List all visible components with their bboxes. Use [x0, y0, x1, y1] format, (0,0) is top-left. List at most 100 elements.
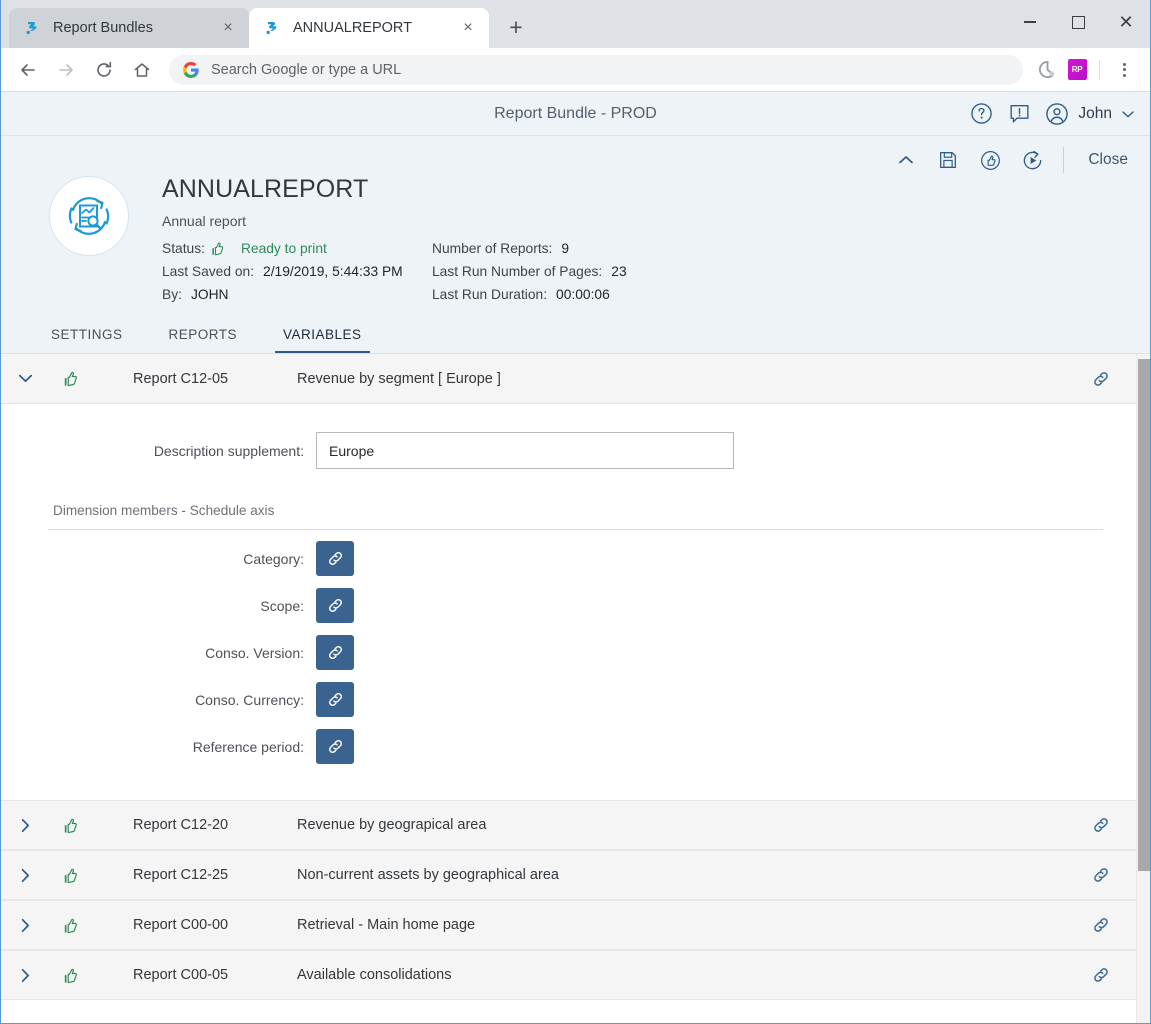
extension-icons: RP	[1031, 56, 1138, 84]
meta-last-saved: Last Saved on: 2/19/2019, 5:44:33 PM	[162, 260, 432, 283]
link-chain-icon[interactable]	[316, 541, 354, 576]
report-code: Report C12-25	[133, 867, 229, 883]
browser-tab-report-bundles[interactable]: Report Bundles ×	[9, 8, 249, 48]
home-icon[interactable]	[125, 53, 159, 87]
dimension-label: Conso. Currency:	[195, 691, 304, 708]
dimension-row-category: Category:	[1, 535, 1136, 582]
dimension-rows-spacer	[1, 770, 1136, 782]
report-row-c00-00[interactable]: Report C00-00 Retrieval - Main home page	[1, 900, 1136, 950]
chevron-right-icon[interactable]	[1, 816, 49, 835]
rp-extension-icon[interactable]: RP	[1063, 56, 1091, 84]
report-bundle-favicon	[263, 19, 281, 37]
tab-close-icon[interactable]: ×	[217, 17, 239, 39]
thumbs-up-icon	[49, 866, 91, 885]
description-supplement-label: Description supplement:	[153, 442, 304, 459]
thumbs-up-icon	[49, 916, 91, 935]
chrome-menu-icon[interactable]	[1110, 56, 1138, 84]
alert-message-icon[interactable]	[1000, 95, 1038, 133]
chevron-right-icon[interactable]	[1, 866, 49, 885]
app-top-bar-actions: John	[962, 95, 1150, 133]
meta-label: Number of Reports:	[432, 241, 553, 256]
thumbs-up-icon	[209, 240, 226, 257]
link-chain-icon[interactable]	[316, 682, 354, 717]
close-button[interactable]: Close	[1080, 151, 1136, 169]
meta-last-run-pages: Last Run Number of Pages: 23	[432, 260, 627, 283]
user-avatar-icon	[1044, 101, 1070, 127]
chevron-up-icon[interactable]	[887, 143, 925, 177]
google-g-icon	[183, 61, 199, 78]
report-code: Report C00-05	[133, 967, 229, 983]
meta-status: Status: Ready to print	[162, 237, 432, 260]
browser-tab-title: ANNUALREPORT	[293, 20, 412, 36]
maximize-icon[interactable]	[1054, 0, 1102, 44]
report-header-actions: Close	[1, 136, 1150, 176]
meta-value: 2/19/2019, 5:44:33 PM	[263, 264, 403, 279]
report-header-panel: Close ANNUALREPORT Annual report Status:…	[1, 136, 1150, 312]
report-description: Available consolidations	[297, 967, 452, 983]
reload-icon[interactable]	[87, 53, 121, 87]
description-supplement-input[interactable]: Europe	[316, 432, 734, 469]
report-subtitle: Annual report	[162, 213, 247, 229]
variables-panel: Report C12-05 Revenue by segment [ Europ…	[1, 354, 1150, 1023]
meta-number-of-reports: Number of Reports: 9	[432, 237, 627, 260]
tab-variables[interactable]: VARIABLES	[275, 327, 370, 353]
link-chain-icon[interactable]	[1084, 815, 1118, 835]
report-code: Report C12-05	[133, 370, 229, 387]
play-run-icon[interactable]	[1013, 143, 1051, 177]
report-meta-grid: Status: Ready to print Last Saved on: 2/…	[162, 237, 627, 306]
chevron-right-icon[interactable]	[1, 916, 49, 935]
link-chain-icon[interactable]	[316, 588, 354, 623]
app-top-bar: Report Bundle - PROD John	[1, 92, 1150, 136]
address-bar-placeholder: Search Google or type a URL	[211, 61, 402, 78]
chevron-down-icon	[1120, 106, 1136, 122]
user-menu[interactable]: John	[1044, 101, 1136, 127]
close-icon[interactable]: ✕	[1102, 0, 1150, 44]
dimension-label: Reference period:	[192, 738, 304, 755]
variables-scrollbar[interactable]	[1136, 354, 1150, 1023]
browser-tab-annualreport[interactable]: ANNUALREPORT ×	[249, 8, 489, 48]
browser-tab-title: Report Bundles	[53, 20, 153, 36]
report-row-c12-25[interactable]: Report C12-25 Non-current assets by geog…	[1, 850, 1136, 900]
thumbs-up-icon	[49, 816, 91, 835]
forward-arrow-icon[interactable]	[49, 53, 83, 87]
page-title: ANNUALREPORT	[162, 175, 369, 203]
dimension-section-title: Dimension members - Schedule axis	[53, 503, 275, 518]
minimize-icon[interactable]	[1006, 0, 1054, 44]
report-bundle-favicon	[23, 19, 41, 37]
thumbs-up-circle-icon[interactable]	[971, 143, 1009, 177]
link-chain-icon[interactable]	[1084, 369, 1118, 389]
report-row-expanded-header[interactable]: Report C12-05 Revenue by segment [ Europ…	[1, 354, 1136, 404]
report-row-c00-05[interactable]: Report C00-05 Available consolidations	[1, 950, 1136, 1000]
tab-settings[interactable]: SETTINGS	[49, 327, 125, 353]
dimension-row-conso-currency: Conso. Currency:	[1, 676, 1136, 723]
variables-scroll-area: Report C12-05 Revenue by segment [ Europ…	[1, 354, 1136, 1023]
chevron-down-icon[interactable]	[1, 369, 49, 388]
chevron-right-icon[interactable]	[1, 966, 49, 985]
link-chain-icon[interactable]	[316, 635, 354, 670]
new-tab-button[interactable]: +	[499, 10, 533, 44]
browser-toolbar: Search Google or type a URL RP	[1, 48, 1150, 92]
scrollbar-thumb[interactable]	[1138, 359, 1150, 871]
save-floppy-icon[interactable]	[929, 143, 967, 177]
dimension-label: Category:	[243, 550, 304, 567]
report-row-c12-20[interactable]: Report C12-20 Revenue by geograpical are…	[1, 800, 1136, 850]
meta-label: Last Run Duration:	[432, 287, 548, 302]
link-chain-icon[interactable]	[1084, 865, 1118, 885]
dimension-label: Scope:	[260, 597, 304, 614]
link-chain-icon[interactable]	[316, 729, 354, 764]
back-arrow-icon[interactable]	[11, 53, 45, 87]
address-bar[interactable]: Search Google or type a URL	[169, 54, 1023, 85]
dimension-row-scope: Scope:	[1, 582, 1136, 629]
report-description: Non-current assets by geographical area	[297, 867, 559, 883]
toolbar-divider	[1099, 59, 1100, 80]
meta-value: 9	[561, 241, 570, 256]
help-circle-icon[interactable]	[962, 95, 1000, 133]
extension-generic-icon[interactable]	[1033, 56, 1061, 84]
report-row-expanded-body: Description supplement: Europe Dimension…	[1, 404, 1136, 800]
dimension-row-conso-version: Conso. Version:	[1, 629, 1136, 676]
tab-reports[interactable]: REPORTS	[167, 327, 240, 353]
link-chain-icon[interactable]	[1084, 915, 1118, 935]
tab-close-icon[interactable]: ×	[457, 17, 479, 39]
report-meta-right: Number of Reports: 9 Last Run Number of …	[432, 237, 627, 306]
link-chain-icon[interactable]	[1084, 965, 1118, 985]
